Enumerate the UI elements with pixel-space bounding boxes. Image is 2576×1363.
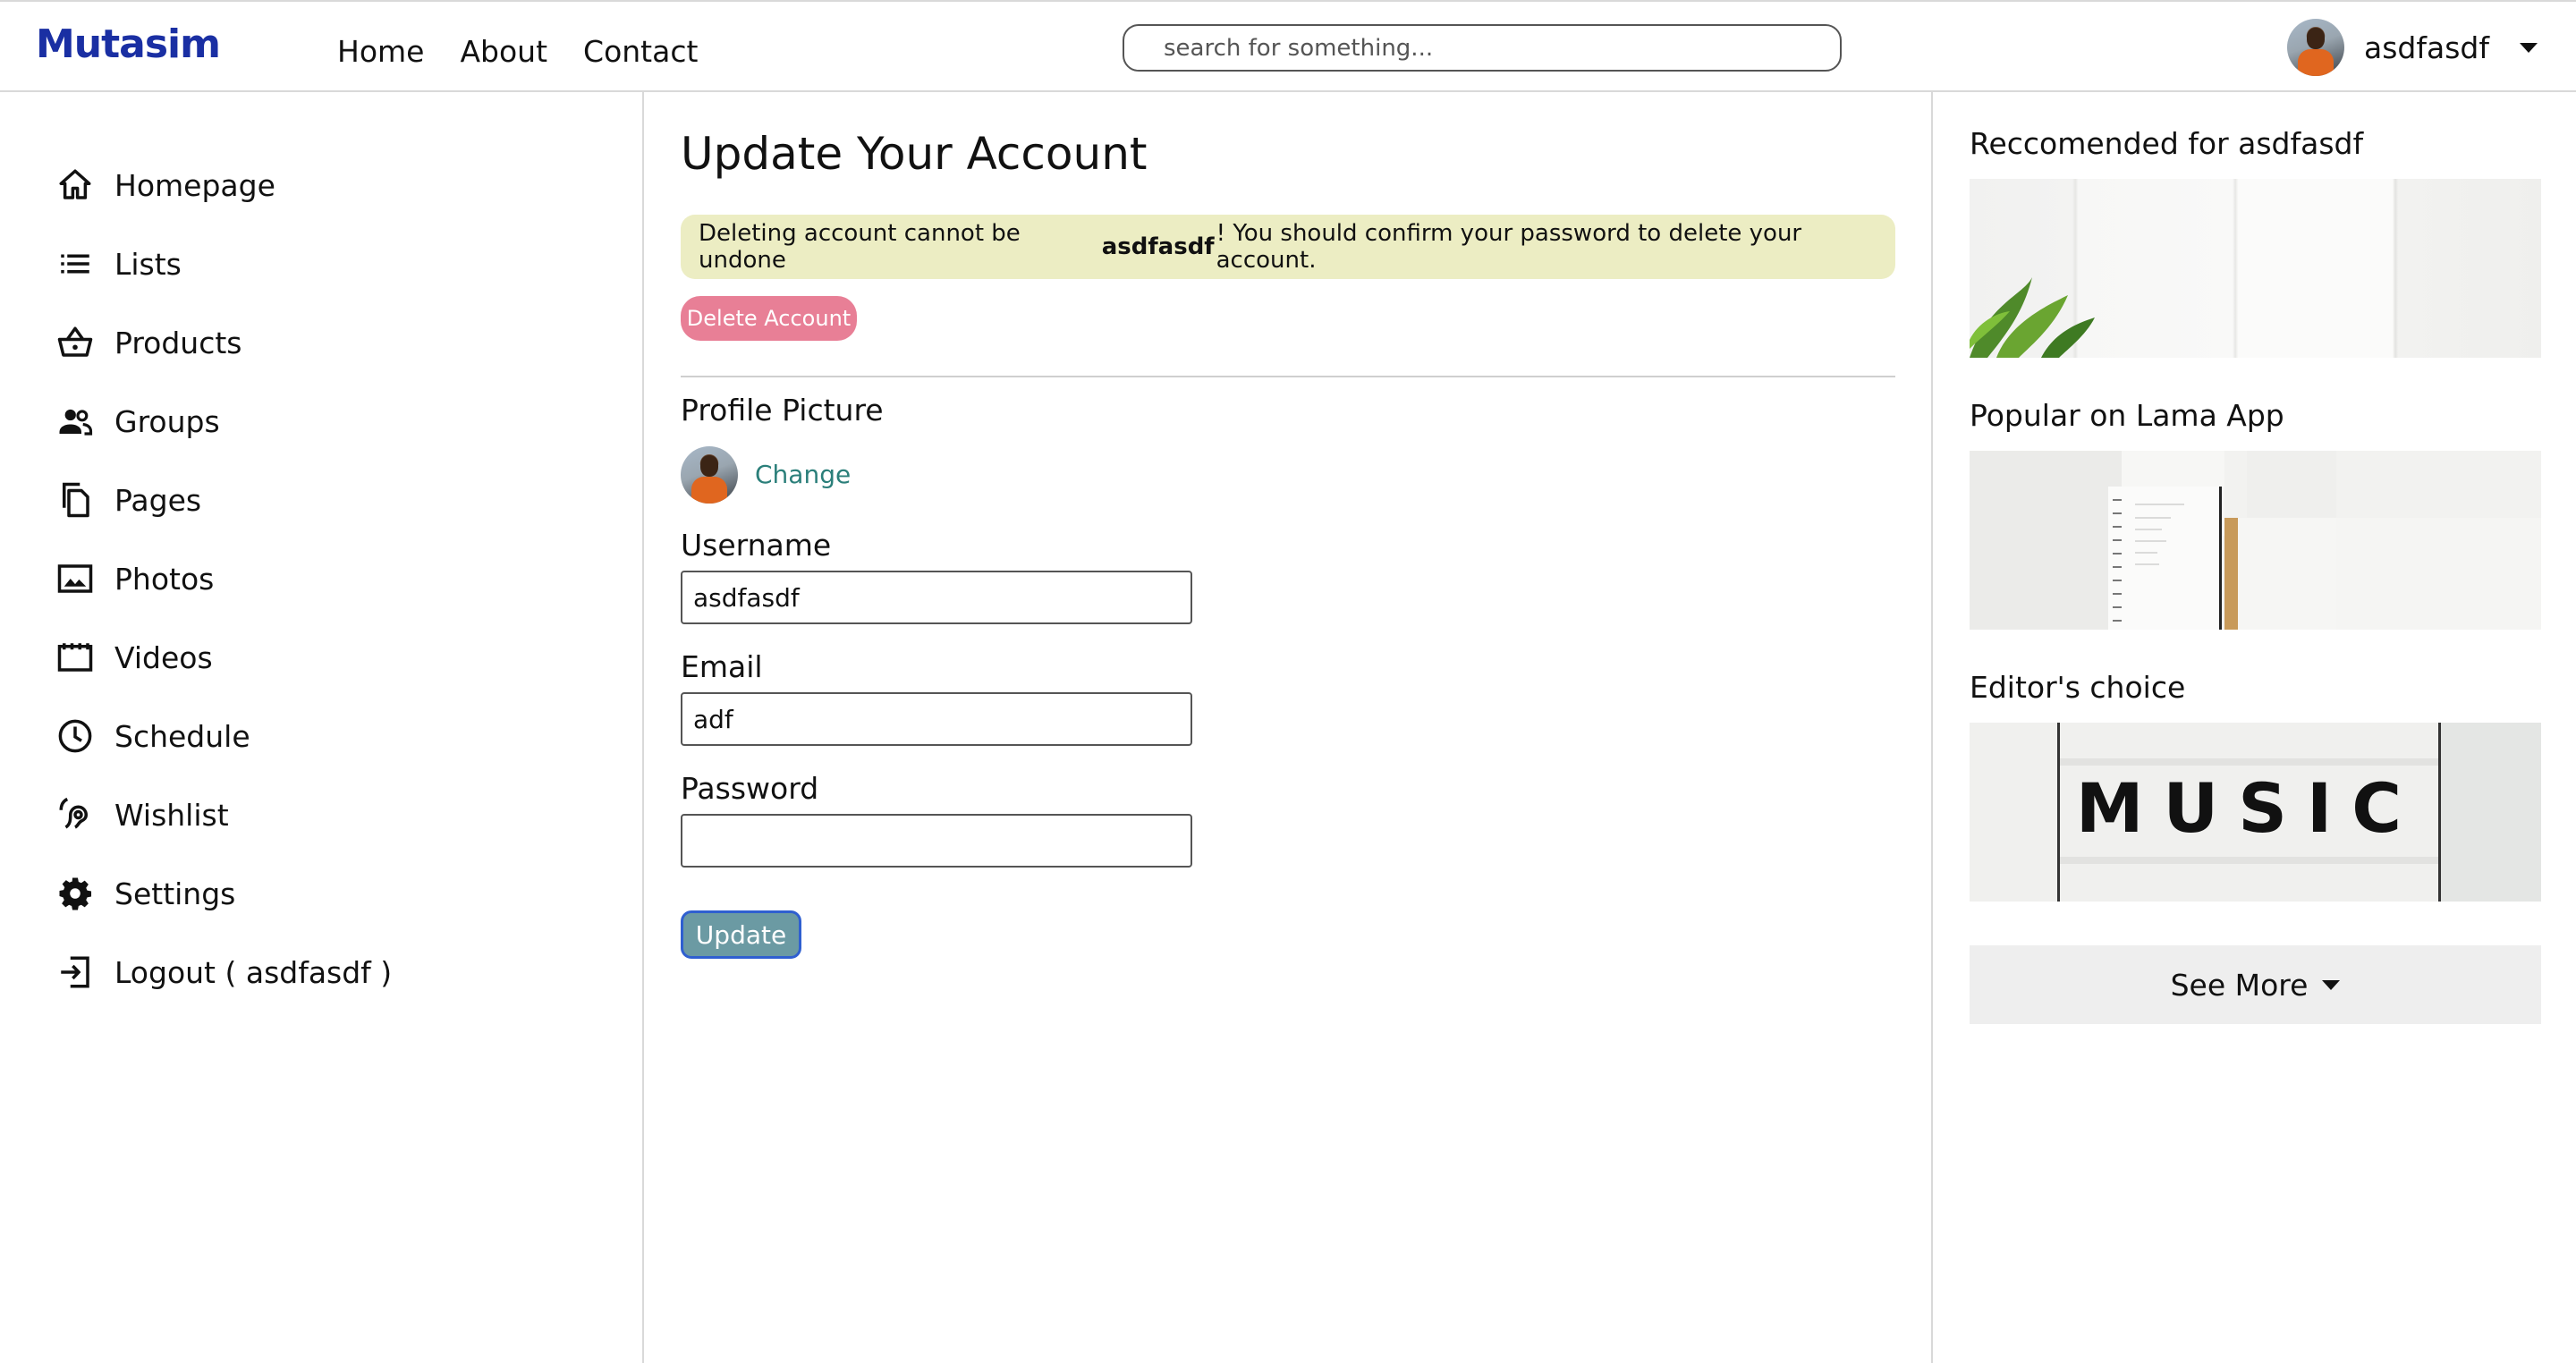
password-label: Password xyxy=(681,771,819,806)
sidebar-item-lists[interactable]: Lists xyxy=(55,224,392,303)
email-label: Email xyxy=(681,649,763,684)
chevron-down-icon xyxy=(2322,979,2341,990)
sidebar-item-pages[interactable]: Pages xyxy=(55,461,392,539)
music-lightbox-illustration: MUSIC xyxy=(1970,723,2541,902)
sidebar-menu: Homepage Lists Products Groups Pages Pho… xyxy=(55,146,392,1012)
sidebar-item-label: Lists xyxy=(114,246,182,282)
sidebar-item-label: Pages xyxy=(114,482,202,518)
nav-about-link[interactable]: About xyxy=(460,34,547,69)
notebook-illustration xyxy=(1970,451,2541,630)
page-title: Update Your Account xyxy=(681,128,1148,180)
editors-choice-image[interactable]: MUSIC xyxy=(1970,723,2541,902)
sidebar-item-label: Logout ( asdfasdf ) xyxy=(114,954,393,990)
editors-choice-title: Editor's choice xyxy=(1970,670,2186,705)
password-field[interactable] xyxy=(681,814,1192,868)
sidebar-item-label: Wishlist xyxy=(114,797,229,833)
music-text: MUSIC xyxy=(2076,768,2421,848)
sidebar-item-label: Groups xyxy=(114,403,220,439)
recommended-image[interactable] xyxy=(1970,179,2541,358)
clock-icon xyxy=(55,716,95,756)
main-nav: Home About Contact xyxy=(337,34,698,69)
logout-icon xyxy=(55,952,95,992)
plant-illustration xyxy=(1970,277,2095,358)
main-content: Update Your Account Deleting account can… xyxy=(645,92,1933,1363)
user-name[interactable]: asdfasdf xyxy=(2364,30,2489,65)
brand-logo[interactable]: Mutasim xyxy=(36,21,221,67)
group-icon xyxy=(55,402,95,441)
sidebar-item-settings[interactable]: Settings xyxy=(55,854,392,933)
alert-suffix: ! You should confirm your password to de… xyxy=(1216,220,1802,274)
photo-icon xyxy=(55,559,95,598)
list-icon xyxy=(55,244,95,284)
profile-picture-avatar xyxy=(681,446,738,504)
top-navbar: Mutasim Home About Contact asdfasdf xyxy=(0,0,2576,92)
user-menu[interactable]: asdfasdf xyxy=(2287,18,2538,77)
wishlist-icon xyxy=(55,795,95,834)
see-more-button[interactable]: See More xyxy=(1970,945,2541,1024)
sidebar-item-label: Videos xyxy=(114,639,213,675)
pages-icon xyxy=(55,480,95,520)
profile-picture-label: Profile Picture xyxy=(681,393,884,428)
delete-account-button[interactable]: Delete Account xyxy=(681,296,857,341)
sidebar-item-label: Products xyxy=(114,325,242,360)
chevron-down-icon[interactable] xyxy=(2519,42,2538,53)
user-avatar[interactable] xyxy=(2287,19,2344,76)
right-sidebar: Reccomended for asdfasdf Popular on Lama… xyxy=(1934,92,2576,1363)
recommended-title: Reccomended for asdfasdf xyxy=(1970,126,2364,161)
sidebar-item-label: Homepage xyxy=(114,167,275,203)
sidebar-item-label: Photos xyxy=(114,561,215,597)
sidebar-item-label: Settings xyxy=(114,876,236,911)
email-field[interactable] xyxy=(681,692,1192,746)
sidebar-item-logout[interactable]: Logout ( asdfasdf ) xyxy=(55,933,392,1012)
gear-icon xyxy=(55,874,95,913)
username-label: Username xyxy=(681,528,832,563)
see-more-label: See More xyxy=(2170,967,2309,1003)
sidebar-item-schedule[interactable]: Schedule xyxy=(55,697,392,775)
change-picture-link[interactable]: Change xyxy=(755,460,851,489)
sidebar-item-label: Schedule xyxy=(114,718,250,754)
delete-warning-alert: Deleting account cannot be undone asdfas… xyxy=(681,215,1895,279)
popular-title: Popular on Lama App xyxy=(1970,398,2284,433)
sidebar-item-wishlist[interactable]: Wishlist xyxy=(55,775,392,854)
alert-prefix: Deleting account cannot be undone xyxy=(699,220,1021,274)
nav-home-link[interactable]: Home xyxy=(337,34,424,69)
update-button[interactable]: Update xyxy=(681,910,801,959)
basket-icon xyxy=(55,323,95,362)
sidebar-item-videos[interactable]: Videos xyxy=(55,618,392,697)
nav-contact-link[interactable]: Contact xyxy=(583,34,698,69)
home-icon xyxy=(55,165,95,205)
popular-image[interactable] xyxy=(1970,451,2541,630)
left-sidebar: Homepage Lists Products Groups Pages Pho… xyxy=(0,92,644,1363)
sidebar-item-groups[interactable]: Groups xyxy=(55,382,392,461)
search-input[interactable] xyxy=(1123,24,1842,72)
sidebar-item-photos[interactable]: Photos xyxy=(55,539,392,618)
sidebar-item-products[interactable]: Products xyxy=(55,303,392,382)
sidebar-item-homepage[interactable]: Homepage xyxy=(55,146,392,224)
alert-username: asdfasdf xyxy=(1101,233,1215,260)
video-icon xyxy=(55,638,95,677)
divider xyxy=(681,376,1895,377)
username-field[interactable] xyxy=(681,571,1192,624)
